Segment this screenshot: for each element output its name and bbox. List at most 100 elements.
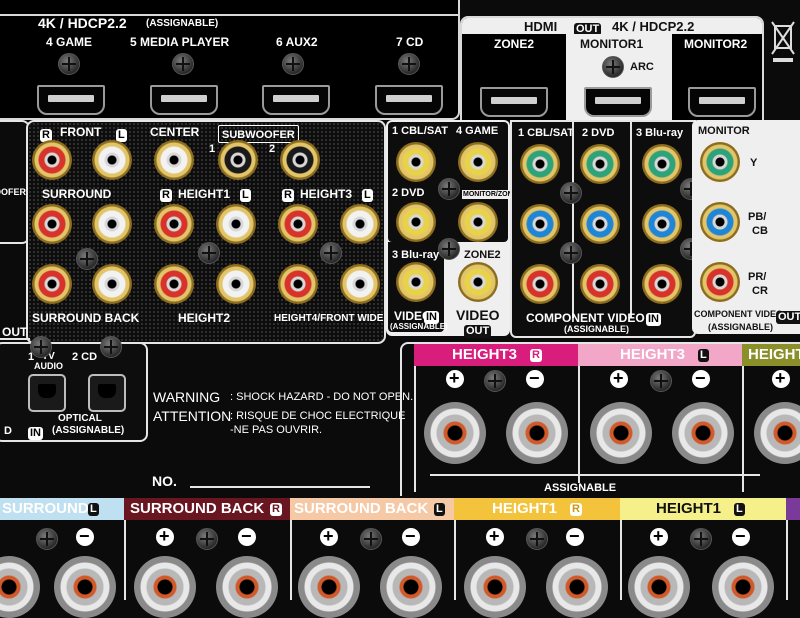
rca-jack-height4-l[interactable] [340,264,380,304]
center-label: CENTER [150,125,200,139]
surround-label: SURROUND [42,187,112,201]
screw-icon [438,178,460,200]
surround-back-r-ch-box: R [270,503,282,516]
screw-icon [76,248,98,270]
hdmi-out-port[interactable] [688,87,756,117]
minus-sign: − [241,526,252,546]
binding-post-height1-r-plus[interactable] [464,556,526,618]
rca-jack-monitor-pb[interactable] [700,202,740,242]
component-video-panel: 1 CBL/SAT 2 DVD 3 Blu-ray COMPONENT VIDE… [510,120,696,338]
rca-jack-component-pb1[interactable] [520,204,560,244]
rca-jack-height3-r[interactable] [278,204,318,244]
hdmi-in-port[interactable] [375,85,443,115]
binding-post-height3-l-minus[interactable] [672,402,734,464]
front-l-box: L [116,129,127,142]
rca-jack-height2-l[interactable] [216,264,256,304]
hdmi-out-port[interactable] [584,87,652,117]
optical-jack-tv[interactable] [28,374,66,412]
rca-jack-height1-r[interactable] [154,204,194,244]
rca-jack-surround-back-r[interactable] [32,264,72,304]
hdmi-in-port[interactable] [150,85,218,115]
video-dvd-label: 2 DVD [392,187,425,199]
rca-jack-height3-l[interactable] [340,204,380,244]
rca-jack-surround-l[interactable] [92,204,132,244]
rca-jack-center[interactable] [154,140,194,180]
binding-post-surround-back-r-plus[interactable] [134,556,196,618]
hdmi-in-port-label: 5 MEDIA PLAYER [130,35,230,49]
binding-post-surround-back-r-minus[interactable] [216,556,278,618]
serial-no-label: NO. [152,473,177,489]
surround-back-l-terminal-label: SURROUND BACK [294,500,429,517]
rca-jack-height1-l[interactable] [216,204,256,244]
optical-jack-cd[interactable] [88,374,126,412]
rca-jack-height4-r[interactable] [278,264,318,304]
rca-jack-component-y1[interactable] [520,144,560,184]
optical-cd-label: 2 CD [72,351,98,363]
rca-jack-video-monitor[interactable] [458,202,498,242]
rca-jack-component-pb2[interactable] [580,204,620,244]
binding-post-height3-l-plus[interactable] [590,402,652,464]
screw-icon [560,242,582,264]
rca-jack-monitor-pr[interactable] [700,262,740,302]
rca-jack-component-pr1[interactable] [520,264,560,304]
rca-jack-video-bluray[interactable] [396,262,436,302]
rca-jack-surround-r[interactable] [32,204,72,244]
binding-post-surround-back-l-plus[interactable] [298,556,360,618]
binding-post-surround-l-minus[interactable] [54,556,116,618]
rca-jack-height2-r[interactable] [154,264,194,304]
serial-no-line [190,486,370,488]
rca-jack-component-pr3[interactable] [642,264,682,304]
screw-icon [560,182,582,204]
rca-jack-video-game[interactable] [458,142,498,182]
binding-post-surround-back-l-minus[interactable] [380,556,442,618]
edge-band [786,498,800,520]
binding-post-surround-l-plus[interactable] [0,556,40,618]
attention-text: : RISQUE DE CHOC ELECTRIQUE [230,410,406,422]
warning-label: WARNING [153,389,221,405]
hdmi-in-port[interactable] [262,85,330,115]
binding-post-height3-r-minus[interactable] [506,402,568,464]
rca-jack-video-dvd[interactable] [396,202,436,242]
height1-label: HEIGHT1 [178,187,231,201]
binding-post-height1-l-minus[interactable] [712,556,774,618]
component-divider [630,122,632,318]
screw-icon [360,528,382,550]
binding-post-height1-r-minus[interactable] [546,556,608,618]
hdmi-in-port-label: 7 CD [396,35,424,49]
rca-jack-front-r[interactable] [32,140,72,180]
screw-icon [36,528,58,550]
rca-jack-video-zone2[interactable] [458,262,498,302]
rca-jack-component-y3[interactable] [642,144,682,184]
component-out-assignable: (ASSIGNABLE) [708,322,773,332]
height2-label: HEIGHT2 [178,311,231,325]
rca-jack-component-y2[interactable] [580,144,620,184]
rca-jack-component-pr2[interactable] [580,264,620,304]
rca-jack-monitor-y[interactable] [700,142,740,182]
height3-l-ch-box: L [698,349,709,362]
hdmi-out-port[interactable] [480,87,548,117]
binding-post-height3-r-plus[interactable] [424,402,486,464]
binding-post-height1-l-plus[interactable] [628,556,690,618]
height3-l-terminal-label: HEIGHT3 [620,346,686,363]
component-y-label: Y [750,157,758,169]
sub2-label: 2 [269,143,276,155]
rca-jack-subwoofer1[interactable] [218,140,258,180]
hdmi-in-port[interactable] [37,85,105,115]
assignable-label: ASSIGNABLE [540,483,621,494]
rca-jack-component-pb3[interactable] [642,204,682,244]
optical-label: OPTICAL [58,413,102,424]
rca-jack-video-cbl[interactable] [396,142,436,182]
minus-sign: − [735,526,746,546]
component-assignable: (ASSIGNABLE) [564,324,629,334]
screw-icon [690,528,712,550]
hdmi-output-section: HDMI OUT 4K / HDCP2.2 ZONE2 MONITOR1 MON… [460,16,764,120]
component-divider [572,122,574,318]
rca-jack-front-l[interactable] [92,140,132,180]
minus-sign: − [529,368,540,388]
plus-sign: + [449,368,460,388]
attention-text-2: -NE PAS OUVRIR. [230,424,323,436]
rca-jack-subwoofer2[interactable] [280,140,320,180]
height1-r-terminal-label: HEIGHT1 [492,500,558,517]
hdmi-out-port-label: MONITOR1 [580,37,644,51]
rca-jack-surround-back-l[interactable] [92,264,132,304]
